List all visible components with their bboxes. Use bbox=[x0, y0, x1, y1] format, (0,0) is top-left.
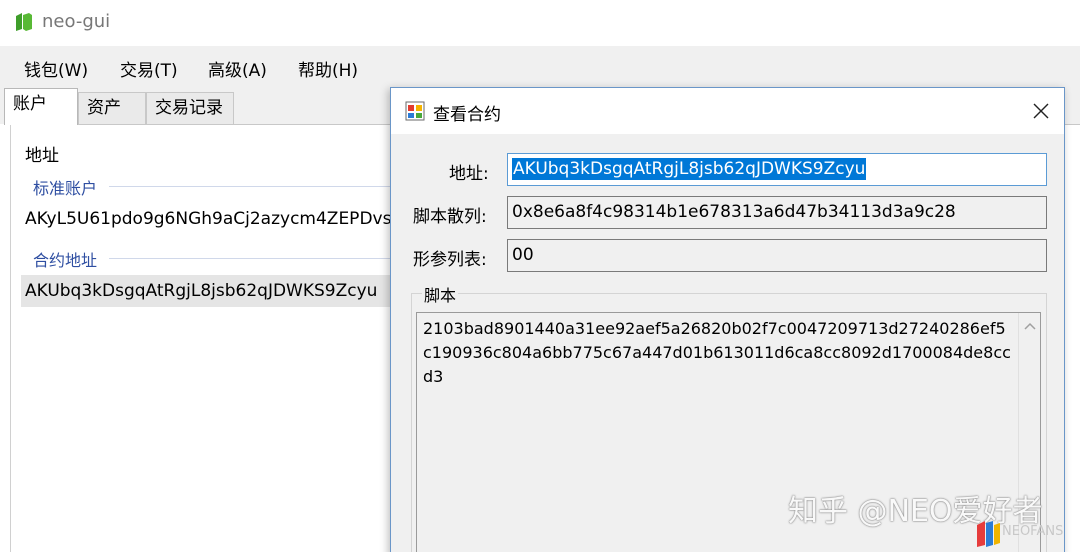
menu-wallet[interactable]: 钱包(W) bbox=[24, 56, 88, 81]
menu-help[interactable]: 帮助(H) bbox=[298, 56, 358, 81]
app-title: neo-gui bbox=[42, 11, 111, 32]
address-value: AKUbq3kDsgqAtRgjL8jsb62qJDWKS9Zcyu bbox=[512, 158, 867, 180]
neo-logo-icon bbox=[16, 13, 32, 31]
view-contract-dialog: 查看合约 地址: AKUbq3kDsgqAtRgjL8jsb62qJDWKS9Z… bbox=[390, 87, 1065, 552]
watermark-sub: NEOFANS bbox=[1002, 524, 1064, 539]
menu-advanced[interactable]: 高级(A) bbox=[208, 56, 267, 81]
script-value: 2103bad8901440a31ee92aef5a26820b02f7c004… bbox=[423, 319, 1011, 386]
scroll-up-icon[interactable] bbox=[1024, 321, 1036, 331]
list-item[interactable]: AKyL5U61pdo9g6NGh9aCj2azycm4ZEPDvs bbox=[21, 203, 391, 235]
script-hash-label: 脚本散列: bbox=[413, 207, 487, 227]
address-field[interactable]: AKUbq3kDsgqAtRgjL8jsb62qJDWKS9Zcyu bbox=[507, 153, 1047, 186]
params-field[interactable]: 00 bbox=[507, 239, 1047, 272]
tab-transactions[interactable]: 交易记录 bbox=[146, 92, 234, 124]
tab-assets[interactable]: 资产 bbox=[78, 92, 146, 124]
script-group-label: 脚本 bbox=[422, 282, 459, 306]
dialog-title: 查看合约 bbox=[433, 105, 501, 125]
tab-accounts[interactable]: 账户 bbox=[4, 88, 78, 125]
address-label: 地址: bbox=[449, 164, 489, 184]
window-form-icon bbox=[405, 101, 425, 121]
group-label-contract: 合约地址 bbox=[33, 251, 98, 270]
close-icon[interactable] bbox=[1018, 88, 1064, 134]
main-titlebar: neo-gui bbox=[0, 0, 1080, 46]
menu-bar: 钱包(W) 交易(T) 高级(A) 帮助(H) bbox=[0, 46, 1080, 88]
script-hash-field[interactable]: 0x8e6a8f4c98314b1e678313a6d47b34113d3a9c… bbox=[507, 196, 1047, 229]
neofans-logo-icon bbox=[977, 521, 1000, 547]
menu-transaction[interactable]: 交易(T) bbox=[120, 56, 178, 81]
dialog-titlebar: 查看合约 bbox=[391, 88, 1064, 134]
group-divider bbox=[109, 258, 409, 259]
group-label-standard: 标准账户 bbox=[33, 179, 98, 198]
list-item-selected[interactable]: AKUbq3kDsgqAtRgjL8jsb62qJDWKS9Zcyu bbox=[21, 275, 391, 307]
group-divider bbox=[109, 186, 409, 187]
column-header-address[interactable]: 地址 bbox=[25, 141, 59, 166]
params-label: 形参列表: bbox=[413, 250, 487, 270]
